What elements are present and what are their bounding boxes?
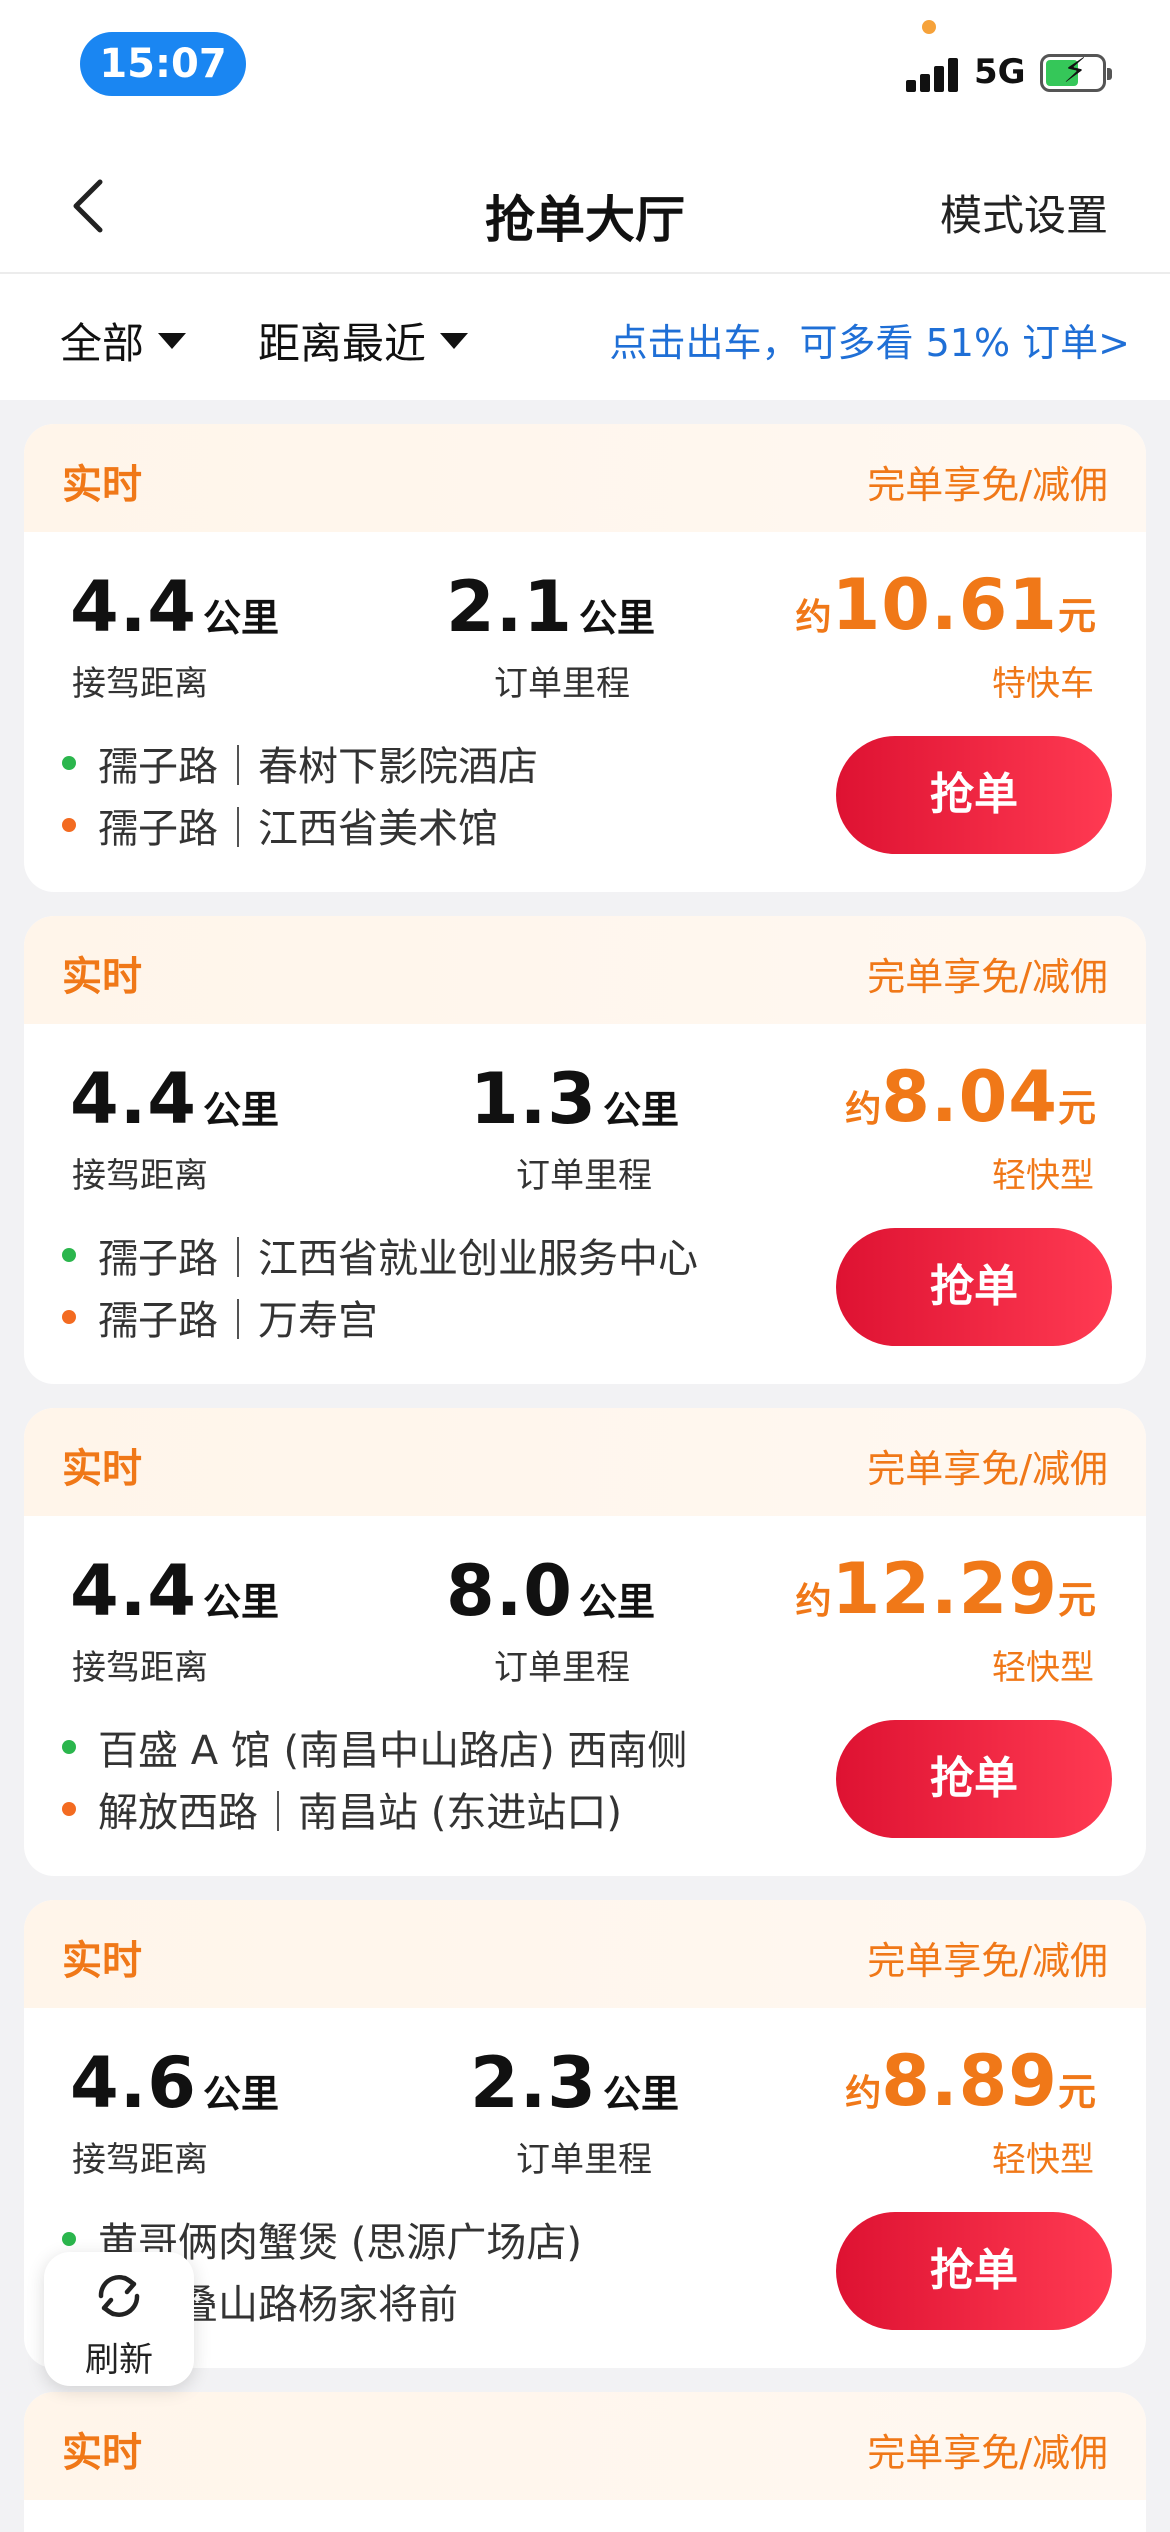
order-card: 实时 完单享免/减佣 4.4 公里 接驾距离 2.1 公里 订单里程 约10.61元… [24, 424, 1146, 892]
route-destination: 孺子路｜江西省美术馆 [62, 796, 498, 854]
car-type: 轻快型 [992, 1648, 1094, 1688]
sort-filter-label: 距离最近 [258, 319, 427, 368]
grab-order-button[interactable]: 抢单 [836, 736, 1112, 854]
pickup-distance: 4.4 公里 [70, 1058, 280, 1140]
estimated-fare: 约8.04元 [845, 1056, 1096, 1138]
route-destination: 孺子路｜万寿宫 [62, 1288, 378, 1346]
estimated-fare: 约10.61元 [795, 564, 1096, 646]
order-card-header: 实时 完单享免/减佣 [24, 916, 1146, 1024]
route-origin: 孺子路｜江西省就业创业服务中心 [62, 1226, 698, 1284]
trip-distance: 2.3 公里 [470, 2042, 680, 2124]
trip-distance: 1.3 公里 [470, 1058, 680, 1140]
pickup-distance: 4.4 公里 [70, 1550, 280, 1632]
refresh-button[interactable]: 刷新 [44, 2252, 194, 2386]
order-card-header: 实时 完单享免/减佣 [24, 1900, 1146, 2008]
refresh-label: 刷新 [85, 2340, 153, 2380]
car-type: 轻快型 [992, 2140, 1094, 2180]
estimated-fare: 约12.29元 [795, 1548, 1096, 1630]
commission-benefit: 完单享免/减佣 [867, 2431, 1108, 2475]
pickup-distance-label: 接驾距离 [72, 1156, 208, 1196]
realtime-tag: 实时 [62, 462, 142, 508]
trip-distance-label: 订单里程 [516, 1156, 652, 1196]
trip-distance: 2.1 公里 [446, 566, 656, 648]
go-online-promo-link[interactable]: 点击出车，可多看 51% 订单> [610, 312, 1130, 367]
destination-dot-icon [62, 1310, 76, 1324]
nav-bar: 抢单大厅 模式设置 [0, 140, 1170, 274]
mode-settings-button[interactable]: 模式设置 [940, 182, 1108, 243]
camera-indicator-icon [922, 20, 936, 34]
trip-distance: 8.0 公里 [446, 1550, 656, 1632]
pickup-distance-label: 接驾距离 [72, 1648, 208, 1688]
signal-icon [906, 56, 964, 92]
order-card-header: 实时 完单享免/减佣 [24, 424, 1146, 532]
order-card-header: 实时 完单享免/减佣 [24, 1408, 1146, 1516]
commission-benefit: 完单享免/减佣 [867, 463, 1108, 507]
origin-dot-icon [62, 1248, 76, 1262]
sort-filter-dropdown[interactable]: 距离最近 [258, 310, 469, 371]
grab-order-button[interactable]: 抢单 [836, 1228, 1112, 1346]
realtime-tag: 实时 [62, 2430, 142, 2476]
commission-benefit: 完单享免/减佣 [867, 1447, 1108, 1491]
filter-bar: 全部 距离最近 点击出车，可多看 51% 订单> [0, 274, 1170, 400]
network-label: 5G [974, 52, 1026, 92]
pickup-distance-label: 接驾距离 [72, 664, 208, 704]
category-filter-label: 全部 [60, 319, 145, 368]
refresh-icon [98, 2275, 140, 2317]
realtime-tag: 实时 [62, 954, 142, 1000]
battery-charging-icon: ⚡ [1040, 51, 1112, 92]
order-card: 实时 完单享免/减佣 4.4 公里 接驾距离 1.3 公里 订单里程 约8.04元 … [24, 916, 1146, 1384]
trip-distance-label: 订单里程 [516, 2140, 652, 2180]
caret-down-icon [158, 332, 187, 349]
pickup-distance: 4.6 公里 [70, 2042, 280, 2124]
realtime-tag: 实时 [62, 1938, 142, 1984]
car-type: 轻快型 [992, 1156, 1094, 1196]
estimated-fare: 约8.89元 [845, 2040, 1096, 2122]
car-type: 特快车 [992, 664, 1094, 704]
commission-benefit: 完单享免/减佣 [867, 1939, 1108, 1983]
destination-dot-icon [62, 1802, 76, 1816]
status-bar: 15:07 5G ⚡ [0, 0, 1170, 140]
commission-benefit: 完单享免/减佣 [867, 955, 1108, 999]
route-origin: 百盛 A 馆 (南昌中山路店) 西南侧 [62, 1718, 687, 1776]
origin-dot-icon [62, 756, 76, 770]
origin-dot-icon [62, 1740, 76, 1754]
status-time: 15:07 [80, 32, 246, 96]
trip-distance-label: 订单里程 [494, 664, 630, 704]
origin-dot-icon [62, 2232, 76, 2246]
order-card: 实时 完单享免/减佣 [24, 2392, 1146, 2532]
destination-dot-icon [62, 818, 76, 832]
category-filter-dropdown[interactable]: 全部 [60, 310, 187, 371]
grab-order-button[interactable]: 抢单 [836, 2212, 1112, 2330]
trip-distance-label: 订单里程 [494, 1648, 630, 1688]
pickup-distance: 4.4 公里 [70, 566, 280, 648]
grab-order-button[interactable]: 抢单 [836, 1720, 1112, 1838]
realtime-tag: 实时 [62, 1446, 142, 1492]
pickup-distance-label: 接驾距离 [72, 2140, 208, 2180]
order-card-header: 实时 完单享免/减佣 [24, 2392, 1146, 2500]
route-origin: 孺子路｜春树下影院酒店 [62, 734, 538, 792]
route-destination: 解放西路｜南昌站 (东进站口) [62, 1780, 622, 1838]
order-card: 实时 完单享免/减佣 4.4 公里 接驾距离 8.0 公里 订单里程 约12.29元… [24, 1408, 1146, 1876]
caret-down-icon [440, 332, 469, 349]
